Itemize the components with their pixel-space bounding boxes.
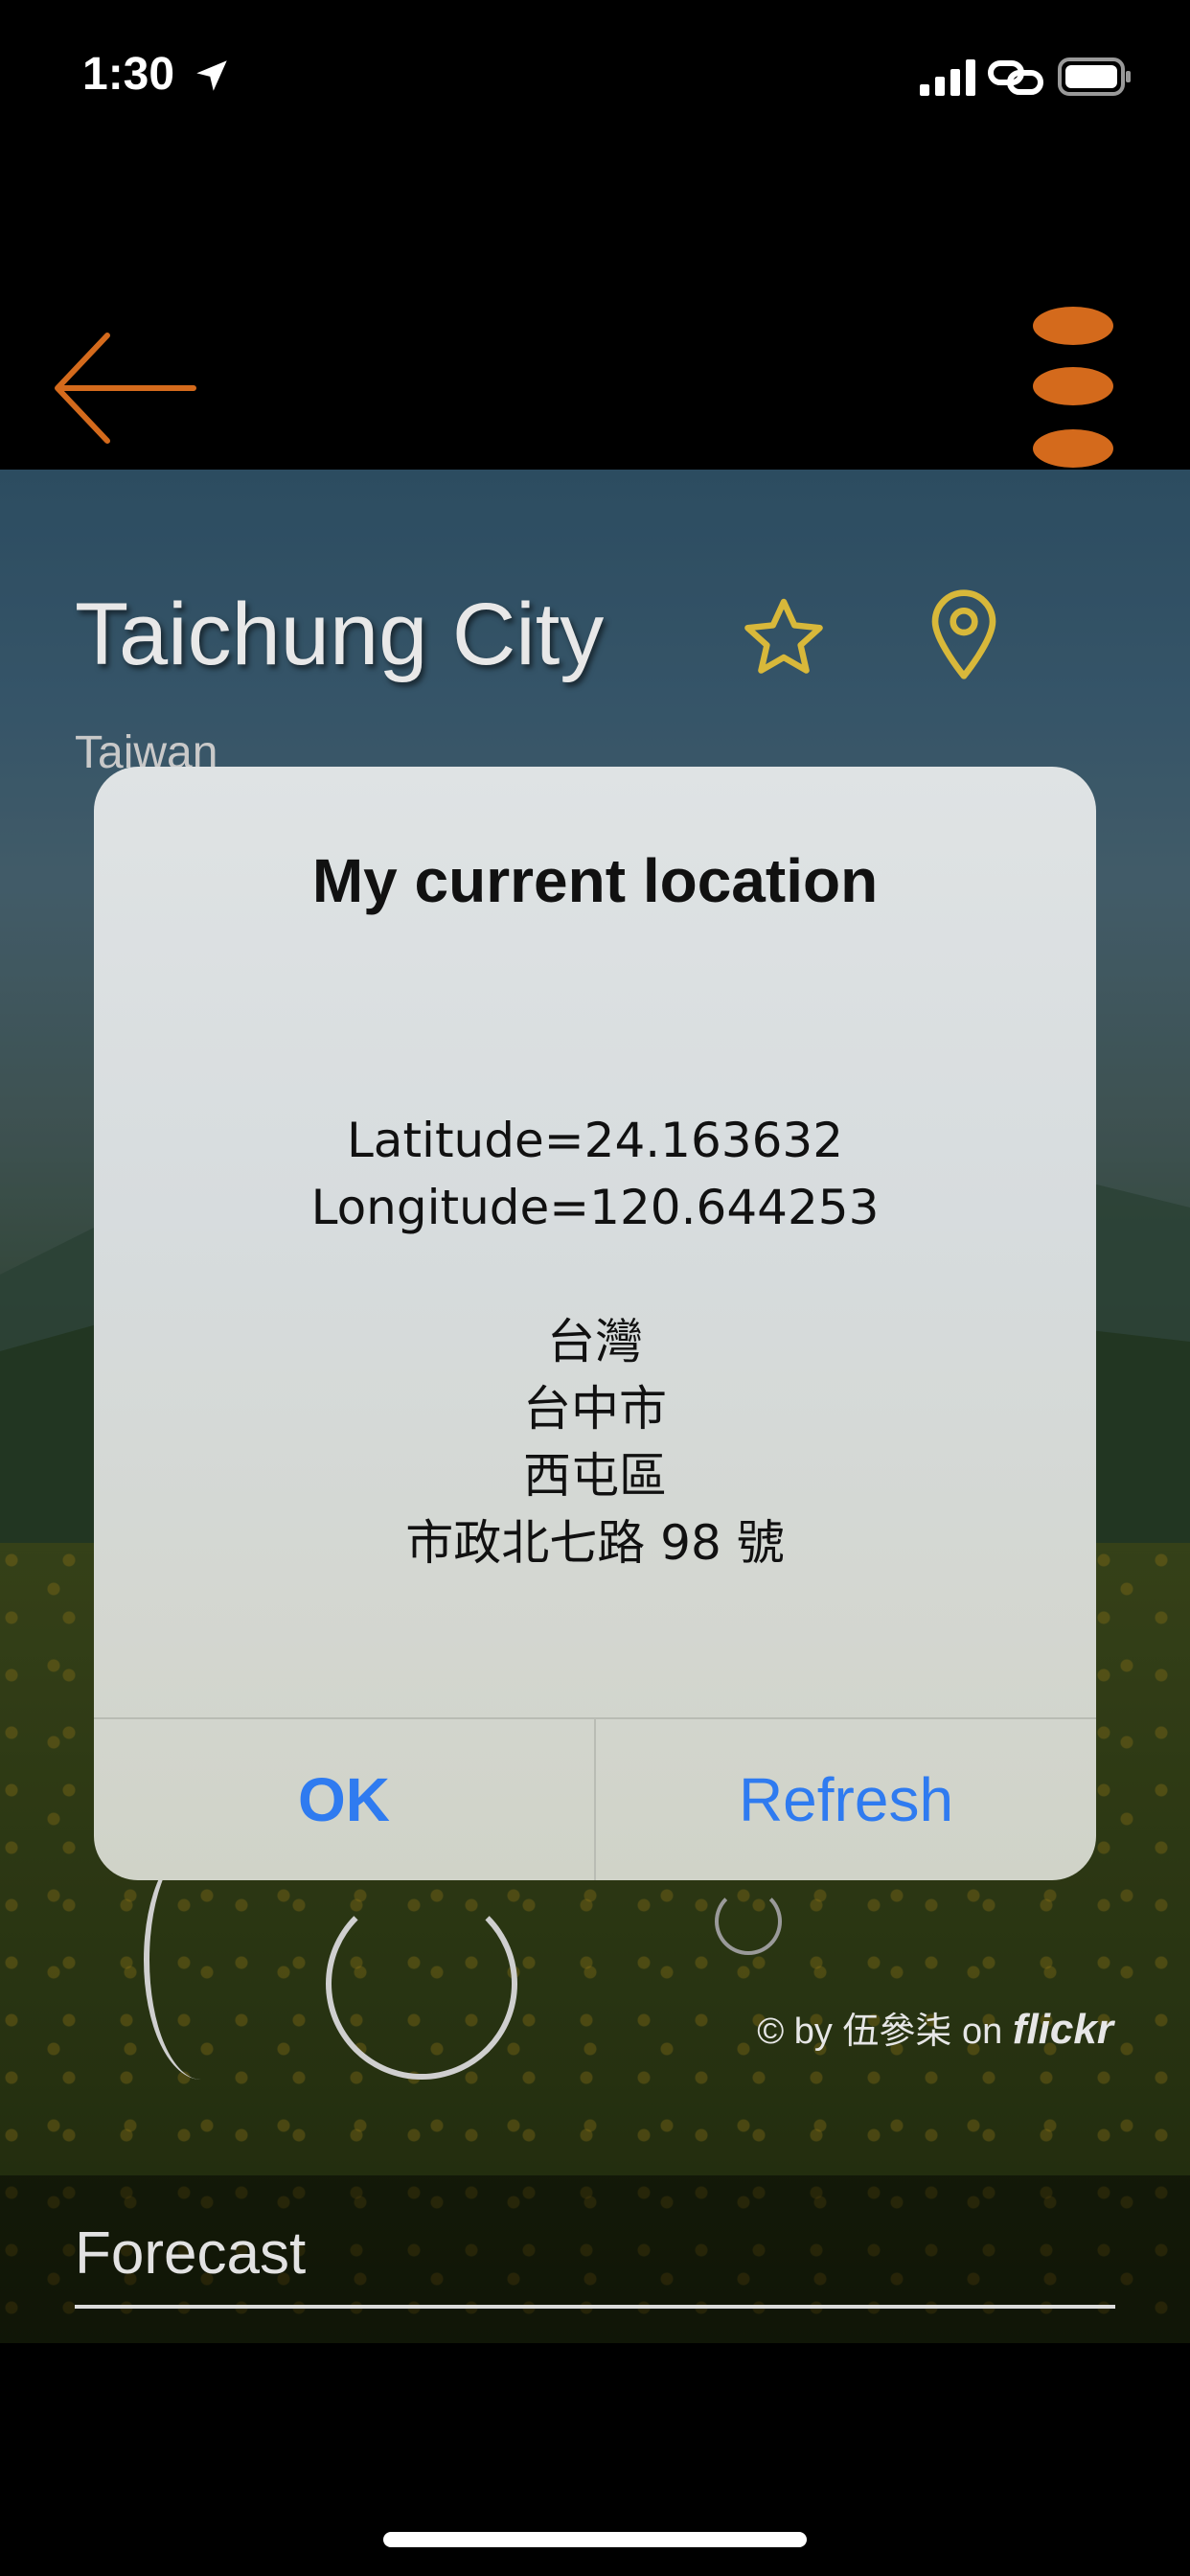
alert-title: My current location (311, 846, 879, 915)
map-pin-icon[interactable] (926, 586, 1002, 682)
address-country: 台灣 (547, 1314, 643, 1369)
home-indicator[interactable] (383, 2532, 807, 2547)
location-alert-dialog: My current location Latitude=24.163632 L… (94, 767, 1096, 1880)
flickr-logo: flickr (1012, 2006, 1113, 2053)
address-city: 台中市 (523, 1381, 667, 1437)
more-vertical-icon[interactable] (1033, 307, 1113, 470)
link-icon (988, 60, 1043, 95)
photo-credit[interactable]: © by 伍參柒 on flickr (757, 2001, 1113, 2054)
status-bar: 1:30 (0, 0, 1190, 144)
cellular-signal-icon (920, 59, 975, 96)
forecast-title: Forecast (75, 2220, 307, 2287)
forecast-divider (75, 2305, 1115, 2309)
longitude-text: Longitude=120.644253 (310, 1180, 880, 1235)
alert-message: Latitude=24.163632 Longitude=120.644253 … (94, 1107, 1096, 1576)
refresh-button[interactable]: Refresh (596, 1719, 1096, 1880)
city-name: Taichung City (75, 586, 605, 683)
address-street: 市政北七路 98 號 (405, 1515, 785, 1571)
status-time: 1:30 (82, 49, 175, 100)
gauge-ring (326, 1888, 517, 2080)
arrow-left-icon[interactable] (50, 326, 203, 450)
gauge-ring-small (715, 1888, 782, 1955)
photo-credit-text: © by 伍參柒 on (757, 2012, 1003, 2052)
location-arrow-icon (196, 60, 227, 91)
address-district: 西屯區 (523, 1448, 667, 1504)
battery-icon (1058, 58, 1131, 96)
star-icon[interactable] (738, 592, 830, 684)
ok-button[interactable]: OK (94, 1719, 594, 1880)
latitude-text: Latitude=24.163632 (346, 1113, 844, 1168)
